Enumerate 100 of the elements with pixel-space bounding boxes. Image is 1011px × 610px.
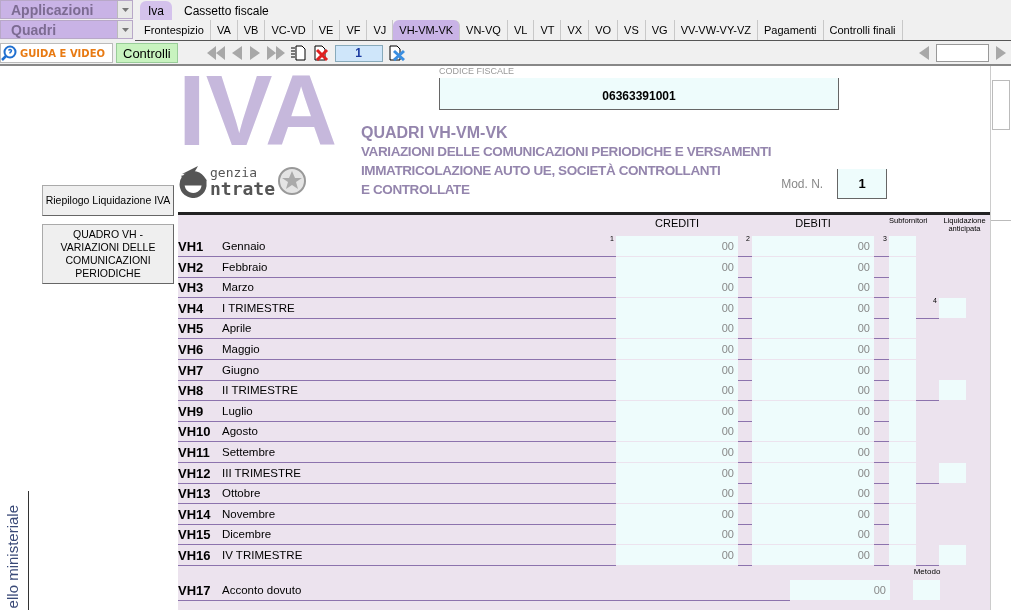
amount-field[interactable]: 00 <box>616 421 738 442</box>
tab[interactable]: VF <box>340 20 368 40</box>
amount-field[interactable]: 00 <box>616 277 738 298</box>
input-field[interactable] <box>889 359 916 380</box>
amount-field[interactable]: 00 <box>752 483 874 504</box>
tab[interactable]: VE <box>312 20 341 40</box>
amount-field[interactable]: 00 <box>616 380 738 401</box>
input-field[interactable] <box>889 338 916 359</box>
summary-button[interactable]: Riepilogo Liquidazione IVA <box>42 185 174 216</box>
amount-field[interactable]: 00 <box>752 544 874 565</box>
amount-field[interactable]: 00 <box>616 318 738 339</box>
input-field[interactable] <box>939 297 966 318</box>
tab[interactable]: VN-VQ <box>460 20 508 40</box>
tab[interactable]: Cassetto fiscale <box>176 1 277 20</box>
amount-field[interactable]: 00 <box>752 338 874 359</box>
tab[interactable]: VB <box>237 20 266 40</box>
amount-field[interactable]: 00 <box>752 277 874 298</box>
previous-icon[interactable] <box>230 46 243 60</box>
amount-field[interactable]: 00 <box>616 524 738 545</box>
amount-field[interactable]: 00 <box>616 462 738 483</box>
amount-field[interactable]: 00 <box>752 400 874 421</box>
tab[interactable]: VO <box>589 20 619 40</box>
input-field[interactable] <box>889 483 916 504</box>
row-label: Settembre <box>222 445 608 463</box>
amount-field[interactable]: 00 <box>616 544 738 565</box>
amount-field[interactable]: 00 <box>752 380 874 401</box>
input-field[interactable] <box>889 503 916 524</box>
emblem-icon <box>277 166 308 196</box>
row-label: Acconto dovuto <box>222 583 790 601</box>
page-number-field[interactable]: 1 <box>334 44 383 62</box>
amount-field[interactable]: 00 <box>616 359 738 380</box>
amount-field[interactable]: 00 <box>616 503 738 524</box>
amount-field[interactable]: 00 <box>616 483 738 504</box>
guide-button[interactable]: GUIDA E VIDEO <box>0 43 113 63</box>
amount-field[interactable]: 00 <box>752 524 874 545</box>
delete-page-icon[interactable] <box>312 45 329 61</box>
amount-field[interactable]: 00 <box>616 338 738 359</box>
row-label: Marzo <box>222 281 608 299</box>
scrollbar-thumb[interactable] <box>992 80 1010 130</box>
amount-field[interactable]: 00 <box>752 421 874 442</box>
amount-field[interactable]: 00 <box>616 441 738 462</box>
input-field[interactable] <box>889 462 916 483</box>
amount-field[interactable]: 00 <box>752 318 874 339</box>
agency-logo-icon <box>178 164 208 198</box>
tab[interactable]: VS <box>618 20 646 40</box>
amount-field[interactable]: 00 <box>616 256 738 277</box>
tab[interactable]: VA <box>210 20 238 40</box>
input-field[interactable] <box>889 400 916 421</box>
input-field[interactable] <box>889 277 916 298</box>
amount-field[interactable]: 00 <box>790 579 890 600</box>
input-field[interactable] <box>913 579 940 600</box>
input-field[interactable] <box>889 236 916 256</box>
amount-field[interactable]: 00 <box>752 462 874 483</box>
tab[interactable]: VX <box>561 20 590 40</box>
tax-code-field[interactable]: 06363391001 <box>439 78 839 110</box>
tab[interactable]: VL <box>507 20 535 40</box>
next-icon[interactable] <box>248 46 261 60</box>
input-field[interactable] <box>889 544 916 565</box>
input-field[interactable] <box>939 544 966 565</box>
tab[interactable]: Iva <box>140 1 172 20</box>
input-field[interactable] <box>889 524 916 545</box>
row-code: VH14 <box>178 506 222 525</box>
input-field[interactable] <box>889 297 916 318</box>
amount-field[interactable]: 00 <box>752 236 874 256</box>
dropdown-menu[interactable]: Quadri <box>0 20 133 39</box>
dropdown-menu[interactable]: Applicazioni <box>0 0 133 19</box>
input-field[interactable] <box>936 44 989 62</box>
section-button[interactable]: QUADRO VH - VARIAZIONI DELLE COMUNICAZIONI PERIODICHE <box>42 224 174 284</box>
tab[interactable]: Controlli finali <box>823 20 903 40</box>
input-field[interactable] <box>889 380 916 401</box>
amount-field[interactable]: 00 <box>616 297 738 318</box>
tab[interactable]: Frontespizio <box>138 20 211 40</box>
module-number-field[interactable]: 1 <box>837 169 888 199</box>
input-field[interactable] <box>939 462 966 483</box>
amount-field[interactable]: 00 <box>752 441 874 462</box>
tab[interactable]: VH-VM-VK <box>393 20 461 40</box>
input-field[interactable] <box>889 441 916 462</box>
row-label: Ottobre <box>222 487 608 505</box>
amount-field[interactable]: 00 <box>752 359 874 380</box>
row-label: Dicembre <box>222 528 608 546</box>
amount-field[interactable]: 00 <box>752 503 874 524</box>
next-icon[interactable] <box>995 46 1007 60</box>
input-field[interactable] <box>889 318 916 339</box>
tab[interactable]: VV-VW-VY-VZ <box>674 20 758 40</box>
tab[interactable]: VG <box>645 20 675 40</box>
new-page-icon[interactable] <box>290 45 307 61</box>
tab[interactable]: VC-VD <box>265 20 313 40</box>
input-field[interactable] <box>939 380 966 401</box>
amount-field[interactable]: 00 <box>616 236 738 256</box>
input-field[interactable] <box>889 421 916 442</box>
first-page-icon[interactable] <box>206 46 225 60</box>
previous-icon[interactable] <box>918 46 930 60</box>
last-page-icon[interactable] <box>266 46 285 60</box>
input-field[interactable] <box>889 256 916 277</box>
controls-button[interactable]: Controlli <box>116 43 178 63</box>
tab[interactable]: VT <box>534 20 562 40</box>
amount-field[interactable]: 00 <box>752 297 874 318</box>
amount-field[interactable]: 00 <box>616 400 738 421</box>
tab[interactable]: Pagamenti <box>757 20 824 40</box>
amount-field[interactable]: 00 <box>752 256 874 277</box>
